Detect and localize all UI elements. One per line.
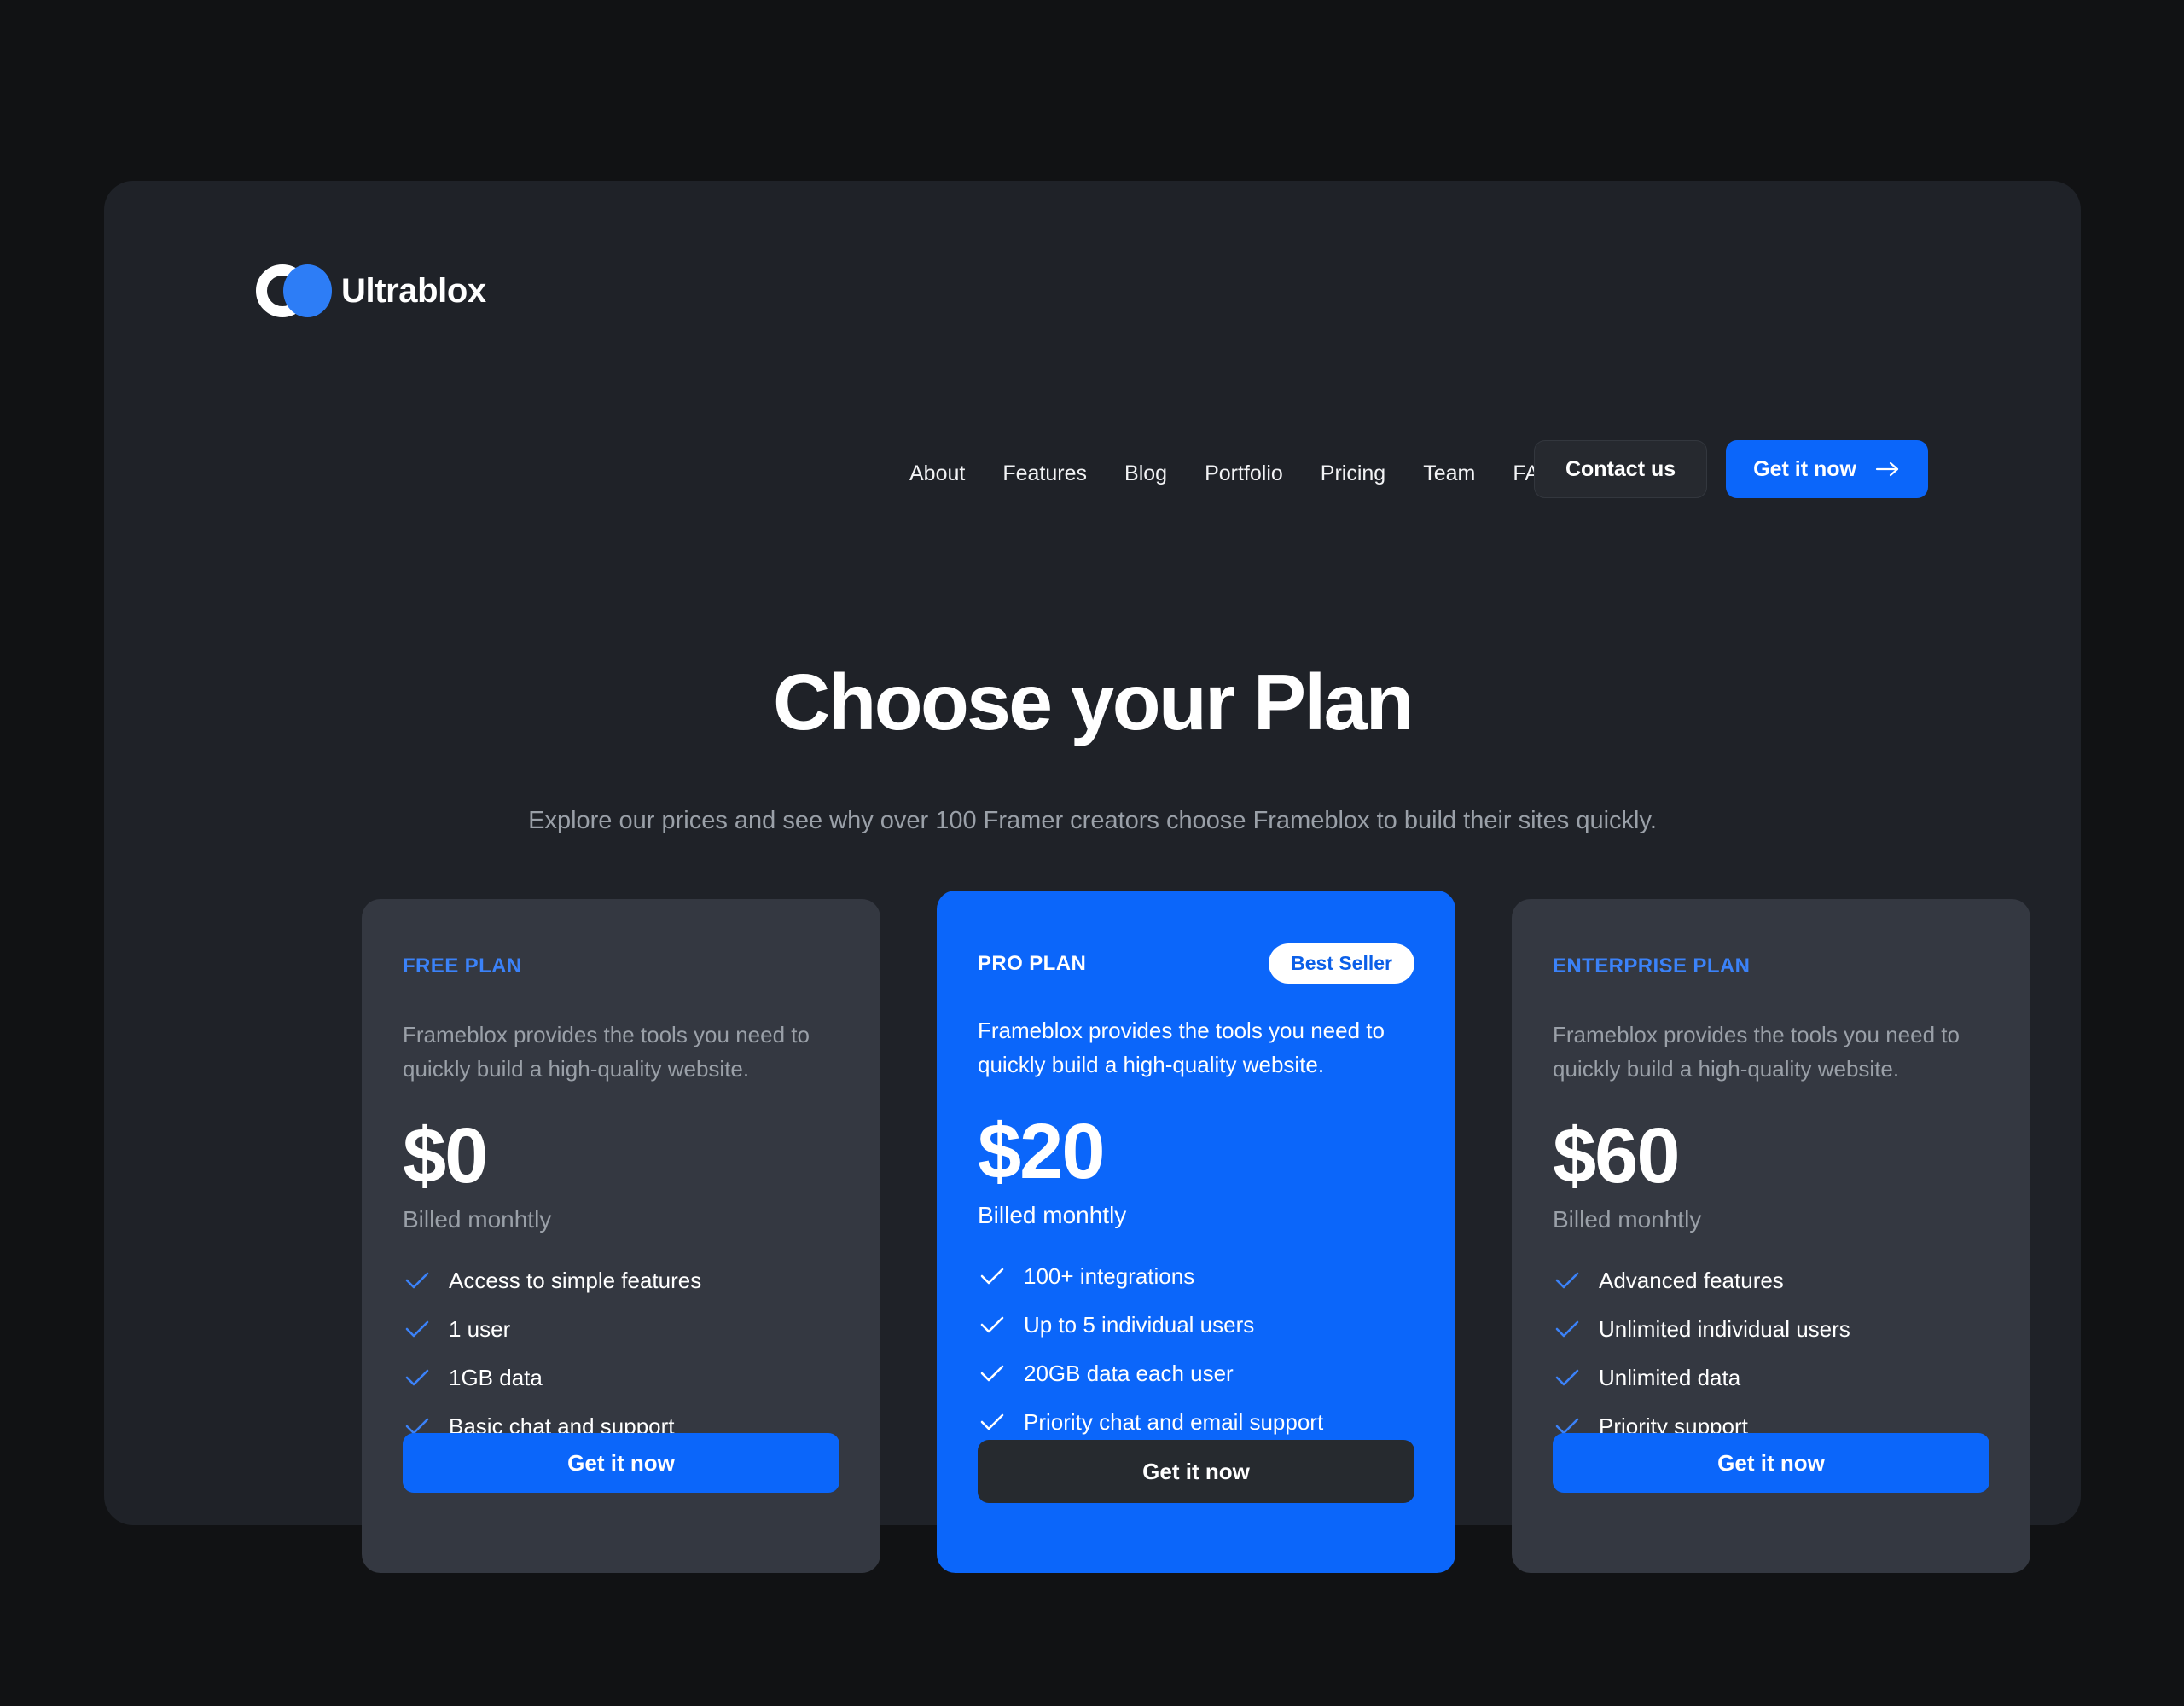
feature-label: Unlimited individual users: [1599, 1315, 1850, 1342]
pricing-cards: FREE PLAN Frameblox provides the tools y…: [362, 891, 2030, 1573]
get-it-now-button-pro[interactable]: Get it now: [978, 1440, 1414, 1503]
feature-label: Priority chat and email support: [1024, 1408, 1324, 1435]
feature-label: Advanced features: [1599, 1267, 1784, 1293]
nav-item-portfolio[interactable]: Portfolio: [1205, 458, 1283, 490]
card-header-free: FREE PLAN: [403, 947, 839, 986]
nav-item-about[interactable]: About: [909, 458, 965, 490]
list-item: 1GB data: [404, 1367, 839, 1389]
feature-label: Access to simple features: [449, 1267, 702, 1293]
brand-logo-mark: [256, 264, 332, 317]
card-header-pro: PRO PLAN Best Seller: [978, 943, 1414, 984]
contact-us-button[interactable]: Contact us: [1533, 440, 1708, 498]
nav-item-team[interactable]: Team: [1423, 458, 1475, 490]
list-item: Up to 5 individual users: [979, 1314, 1414, 1336]
plan-description-free: Frameblox provides the tools you need to…: [403, 1022, 810, 1082]
nav-item-features[interactable]: Features: [1002, 458, 1087, 490]
feature-label: 100+ integrations: [1024, 1262, 1195, 1289]
check-icon: [980, 1316, 1004, 1332]
plan-price-enterprise: $60: [1553, 1112, 1681, 1200]
plan-name-pro: PRO PLAN: [978, 951, 1087, 975]
check-icon: [980, 1268, 1004, 1284]
list-item: Access to simple features: [404, 1269, 839, 1291]
header-cta-label: Get it now: [1753, 456, 1856, 481]
pricing-card-pro: PRO PLAN Best Seller Frameblox provides …: [937, 891, 1455, 1573]
list-item: 1 user: [404, 1318, 839, 1340]
plan-description-pro: Frameblox provides the tools you need to…: [978, 1018, 1385, 1077]
check-icon: [1555, 1272, 1579, 1288]
plan-billing-free: Billed monhtly: [403, 1205, 552, 1233]
plan-billing-pro: Billed monhtly: [978, 1201, 1127, 1228]
get-it-now-button-free[interactable]: Get it now: [403, 1433, 839, 1493]
check-icon: [980, 1413, 1004, 1430]
plan-name-free: FREE PLAN: [403, 955, 522, 978]
plan-description-enterprise: Frameblox provides the tools you need to…: [1553, 1022, 1960, 1082]
check-icon: [405, 1320, 429, 1337]
check-icon: [405, 1272, 429, 1288]
card-header-enterprise: ENTERPRISE PLAN: [1553, 947, 1989, 986]
list-item: Advanced features: [1554, 1269, 1989, 1291]
brand-name: Ultrablox: [341, 272, 486, 310]
plan-billing-enterprise: Billed monhtly: [1553, 1205, 1702, 1233]
feature-list-enterprise: Advanced features Unlimited individual u…: [1553, 1269, 1989, 1437]
feature-label: Up to 5 individual users: [1024, 1311, 1255, 1338]
feature-label: 20GB data each user: [1024, 1360, 1234, 1386]
pricing-card-free: FREE PLAN Frameblox provides the tools y…: [362, 899, 880, 1573]
main-nav: About Features Blog Portfolio Pricing Te…: [909, 458, 1555, 490]
check-icon: [405, 1369, 429, 1385]
feature-list-free: Access to simple features 1 user 1GB dat…: [403, 1269, 839, 1437]
nav-item-blog[interactable]: Blog: [1124, 458, 1167, 490]
feature-list-pro: 100+ integrations Up to 5 individual use…: [978, 1265, 1414, 1433]
feature-label: 1GB data: [449, 1364, 543, 1390]
list-item: 20GB data each user: [979, 1362, 1414, 1384]
header-get-it-now-button[interactable]: Get it now: [1726, 440, 1928, 498]
plan-name-enterprise: ENTERPRISE PLAN: [1553, 955, 1751, 978]
page-title: Choose your Plan: [772, 658, 1414, 746]
header-actions: Contact us Get it now: [1533, 440, 1928, 498]
list-item: 100+ integrations: [979, 1265, 1414, 1287]
list-item: Unlimited data: [1554, 1367, 1989, 1389]
list-item: Unlimited individual users: [1554, 1318, 1989, 1340]
page-subtitle: Explore our prices and see why over 100 …: [528, 807, 1657, 834]
plan-price-free: $0: [403, 1112, 488, 1200]
list-item: Priority chat and email support: [979, 1411, 1414, 1433]
feature-label: 1 user: [449, 1315, 511, 1342]
feature-label: Unlimited data: [1599, 1364, 1741, 1390]
pricing-page: Ultrablox About Features Blog Portfolio …: [0, 0, 2184, 1706]
get-it-now-button-enterprise[interactable]: Get it now: [1553, 1433, 1989, 1493]
check-icon: [980, 1365, 1004, 1381]
brand-circle-icon: [283, 264, 332, 317]
check-icon: [1555, 1320, 1579, 1337]
nav-item-pricing[interactable]: Pricing: [1321, 458, 1385, 490]
pricing-card-enterprise: ENTERPRISE PLAN Frameblox provides the t…: [1512, 899, 2030, 1573]
status-badge: Best Seller: [1269, 943, 1414, 984]
plan-price-pro: $20: [978, 1108, 1106, 1196]
check-icon: [1555, 1369, 1579, 1385]
content-panel: Ultrablox About Features Blog Portfolio …: [104, 181, 2081, 1573]
arrow-right-icon: [1875, 461, 1899, 477]
brand-logo[interactable]: Ultrablox: [256, 264, 486, 317]
